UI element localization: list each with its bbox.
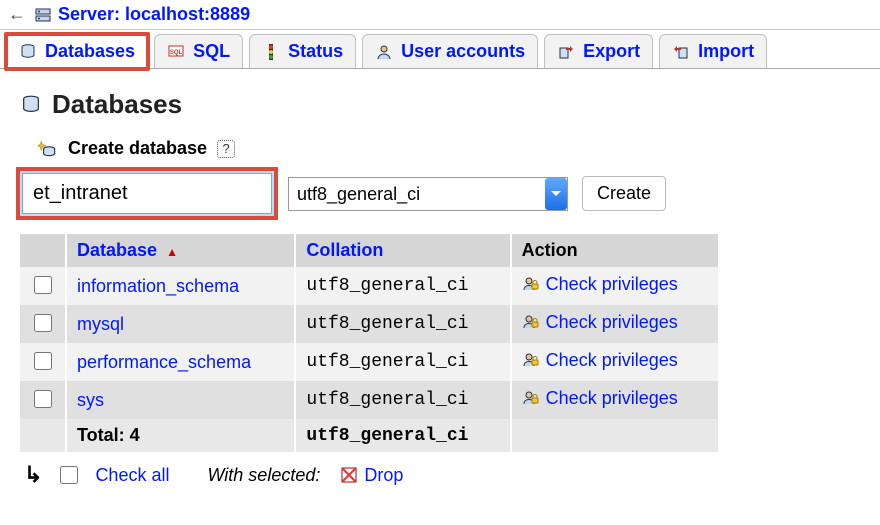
row-collation: utf8_general_ci xyxy=(295,305,510,343)
header-action: Action xyxy=(511,234,719,267)
database-icon xyxy=(19,43,37,61)
with-selected-label: With selected: xyxy=(207,465,320,486)
privileges-icon xyxy=(522,275,540,293)
drop-icon xyxy=(340,466,358,484)
create-database-heading: Create database ? xyxy=(38,138,860,159)
privileges-icon xyxy=(522,389,540,407)
row-collation: utf8_general_ci xyxy=(295,381,510,419)
tab-status-label: Status xyxy=(288,41,343,62)
select-arrow-icon: ↳ xyxy=(24,462,42,488)
row-checkbox[interactable] xyxy=(34,390,52,408)
svg-text:SQL: SQL xyxy=(170,50,183,56)
database-table: Database ▲ Collation Action information_… xyxy=(20,234,720,452)
database-link[interactable]: information_schema xyxy=(77,276,239,296)
import-icon xyxy=(672,43,690,61)
header-collation[interactable]: Collation xyxy=(295,234,510,267)
create-database-form: utf8_general_ci Create xyxy=(20,171,860,216)
sql-icon: SQL xyxy=(167,43,185,61)
database-link[interactable]: performance_schema xyxy=(77,352,251,372)
page-content: Databases Create database ? utf8_general… xyxy=(0,69,880,512)
header-checkbox-col xyxy=(20,234,66,267)
tab-status[interactable]: Status xyxy=(249,34,356,68)
database-icon xyxy=(20,94,42,116)
tab-databases-label: Databases xyxy=(45,41,135,62)
create-button[interactable]: Create xyxy=(582,176,666,211)
tab-import-label: Import xyxy=(698,41,754,62)
collation-select-wrap: utf8_general_ci xyxy=(288,177,568,211)
database-link[interactable]: sys xyxy=(77,390,104,410)
check-all-checkbox[interactable] xyxy=(60,466,78,484)
check-privileges-link[interactable]: Check privileges xyxy=(522,274,678,295)
check-all-link[interactable]: Check all xyxy=(95,465,169,486)
table-row: performance_schema utf8_general_ci Check p… xyxy=(20,343,719,381)
tab-export-label: Export xyxy=(583,41,640,62)
check-privileges-link[interactable]: Check privileges xyxy=(522,312,678,333)
drop-label: Drop xyxy=(364,465,403,486)
tab-export[interactable]: Export xyxy=(544,34,653,68)
server-label[interactable]: Server: localhost:8889 xyxy=(58,4,250,25)
footer-blank xyxy=(20,419,66,452)
back-button[interactable]: ← xyxy=(8,4,26,25)
collation-select[interactable]: utf8_general_ci xyxy=(288,177,568,211)
row-checkbox[interactable] xyxy=(34,276,52,294)
header-database-label: Database xyxy=(77,240,157,260)
header-database[interactable]: Database ▲ xyxy=(66,234,295,267)
row-checkbox[interactable] xyxy=(34,314,52,332)
table-row: mysql utf8_general_ci Check privileges xyxy=(20,305,719,343)
sort-asc-icon: ▲ xyxy=(166,245,178,259)
new-database-icon xyxy=(38,139,58,159)
server-icon xyxy=(34,6,52,24)
table-row: sys utf8_general_ci Check privileges xyxy=(20,381,719,419)
tab-sql[interactable]: SQL SQL xyxy=(154,34,243,68)
status-icon xyxy=(262,43,280,61)
footer-collation: utf8_general_ci xyxy=(295,419,510,452)
privileges-icon xyxy=(522,313,540,331)
page-title-text: Databases xyxy=(52,89,182,120)
check-privileges-label: Check privileges xyxy=(546,312,678,333)
tab-import[interactable]: Import xyxy=(659,34,767,68)
footer-action-blank xyxy=(511,419,719,452)
check-privileges-label: Check privileges xyxy=(546,350,678,371)
tab-sql-label: SQL xyxy=(193,41,230,62)
tab-bar: Databases SQL SQL Status User accounts E… xyxy=(0,30,880,69)
tab-user-accounts[interactable]: User accounts xyxy=(362,34,538,68)
breadcrumb-bar: ← Server: localhost:8889 xyxy=(0,0,880,30)
table-footer-actions: ↳ Check all With selected: Drop xyxy=(20,452,860,498)
check-privileges-link[interactable]: Check privileges xyxy=(522,350,678,371)
database-name-wrap xyxy=(20,171,274,216)
database-name-input[interactable] xyxy=(22,173,272,214)
create-database-label: Create database xyxy=(68,138,207,159)
database-link[interactable]: mysql xyxy=(77,314,124,334)
check-privileges-label: Check privileges xyxy=(546,274,678,295)
row-collation: utf8_general_ci xyxy=(295,267,510,305)
help-icon[interactable]: ? xyxy=(217,140,235,158)
table-row: information_schema utf8_general_ci Check p… xyxy=(20,267,719,305)
export-icon xyxy=(557,43,575,61)
footer-total: Total: 4 xyxy=(66,419,295,452)
row-collation: utf8_general_ci xyxy=(295,343,510,381)
page-title: Databases xyxy=(20,89,860,120)
drop-link[interactable]: Drop xyxy=(340,465,403,486)
row-checkbox[interactable] xyxy=(34,352,52,370)
user-accounts-icon xyxy=(375,43,393,61)
tab-databases[interactable]: Databases xyxy=(6,34,148,68)
tab-user-accounts-label: User accounts xyxy=(401,41,525,62)
check-privileges-label: Check privileges xyxy=(546,388,678,409)
privileges-icon xyxy=(522,351,540,369)
check-privileges-link[interactable]: Check privileges xyxy=(522,388,678,409)
